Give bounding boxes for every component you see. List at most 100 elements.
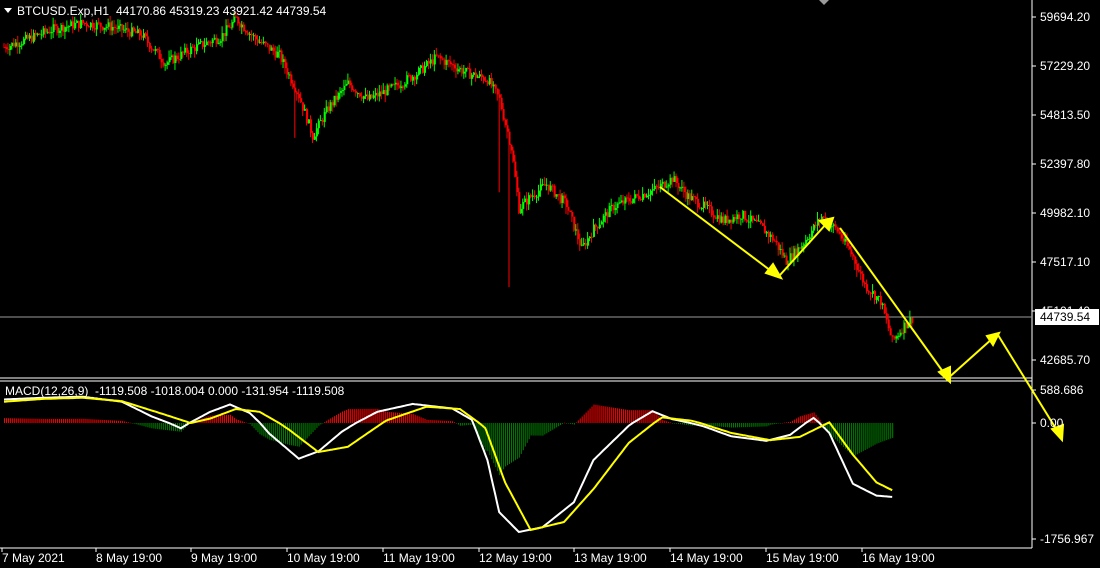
candle-body [425, 61, 428, 67]
candle-body [706, 204, 709, 206]
trading-chart[interactable]: BTCUSD.Exp,H1 44170.86 45319.23 43921.42… [0, 0, 1100, 568]
macd-histogram-bar [167, 423, 169, 431]
macd-histogram-bar [548, 423, 550, 433]
candle-body [237, 17, 240, 24]
macd-histogram-bar [55, 418, 57, 423]
candle-body [384, 90, 387, 96]
candle-body [608, 206, 611, 218]
candle-body [266, 43, 269, 45]
candle-body [264, 41, 267, 44]
macd-histogram-bar [104, 419, 106, 423]
candle-body [431, 59, 434, 65]
macd-histogram-bar [884, 423, 886, 441]
candle-body [803, 244, 806, 247]
symbol-label: BTCUSD.Exp,H1 [17, 4, 109, 18]
macd-histogram-bar [605, 406, 607, 423]
candle-body [262, 41, 265, 44]
macd-histogram-bar [33, 418, 35, 423]
macd-histogram-bar [410, 413, 412, 423]
candle-body [771, 234, 774, 241]
candle-body [872, 291, 875, 294]
candle-body [799, 247, 802, 249]
macd-histogram-bar [622, 409, 624, 423]
macd-histogram-bar [224, 415, 226, 423]
macd-histogram-bar [163, 423, 165, 430]
macd-histogram-bar [228, 414, 230, 423]
candle-body [675, 176, 678, 183]
candle-body [390, 84, 393, 87]
candle-body [862, 273, 865, 283]
candle-body [439, 55, 442, 59]
macd-histogram-bar [601, 405, 603, 423]
candle-body [504, 119, 507, 126]
macd-histogram-bar [746, 423, 748, 428]
candle-body [201, 41, 204, 47]
macd-histogram-bar [269, 423, 271, 440]
candle-body [402, 86, 405, 88]
candle-body [815, 224, 818, 226]
candle-body [113, 26, 116, 28]
candle-body [76, 20, 79, 23]
candle-body [38, 33, 41, 35]
time-tick: 8 May 19:00 [96, 551, 162, 565]
candle-body [146, 36, 149, 43]
candle-body [286, 68, 289, 75]
candle-body [198, 42, 201, 45]
candle-body [101, 26, 104, 30]
candle-body [752, 215, 755, 220]
candle-body [42, 28, 45, 35]
candle-body [807, 239, 810, 241]
macd-histogram-bar [432, 420, 434, 423]
macd-histogram-bar [418, 416, 420, 423]
macd-histogram-bar [505, 423, 507, 467]
macd-histogram-bar [479, 423, 481, 440]
candle-body [813, 224, 816, 231]
macd-histogram-bar [554, 423, 556, 429]
macd-histogram-bar [640, 410, 642, 423]
macd-histogram-bar [740, 423, 742, 428]
candle-body [710, 206, 713, 216]
macd-histogram-bar [220, 415, 222, 423]
macd-histogram-bar [609, 407, 611, 423]
price-tick: 59694.20 [1040, 10, 1090, 24]
candle-body [667, 184, 670, 187]
candle-body [249, 33, 252, 35]
macd-histogram-bar [114, 420, 116, 423]
candle-body [673, 176, 676, 182]
candle-body [162, 62, 165, 66]
candle-body [838, 231, 841, 234]
candle-body [422, 65, 425, 73]
candle-body [879, 296, 882, 306]
macd-histogram-bar [786, 422, 788, 423]
macd-histogram-bar [135, 423, 137, 425]
candle-body [27, 34, 30, 39]
candle-body [665, 186, 668, 188]
candle-body [144, 33, 147, 37]
candle-body [628, 198, 631, 202]
macd-histogram-bar [611, 407, 613, 423]
macd-histogram-bar [540, 423, 542, 436]
macd-histogram-bar [347, 409, 349, 423]
candle-body [400, 86, 403, 89]
candle-body [178, 59, 181, 61]
macd-histogram-bar [503, 423, 505, 470]
macd-histogram-bar [571, 423, 573, 425]
macd-histogram-bar [35, 418, 37, 423]
candle-body [70, 21, 73, 27]
candle-body [196, 44, 199, 52]
candle-body [339, 91, 342, 93]
macd-histogram-bar [349, 409, 351, 423]
macd-histogram-bar [237, 419, 239, 423]
candle-body [44, 28, 47, 33]
candle-body [616, 203, 619, 209]
macd-histogram-bar [681, 423, 683, 425]
macd-histogram-bar [888, 423, 890, 440]
candle-body [522, 202, 525, 209]
macd-histogram-bar [43, 418, 45, 423]
candle-body [653, 185, 656, 190]
macd-histogram-bar [589, 408, 591, 423]
macd-histogram-bar [11, 418, 13, 423]
macd-histogram-bar [45, 418, 47, 423]
candle-body [290, 74, 293, 84]
macd-histogram-bar [560, 423, 562, 426]
